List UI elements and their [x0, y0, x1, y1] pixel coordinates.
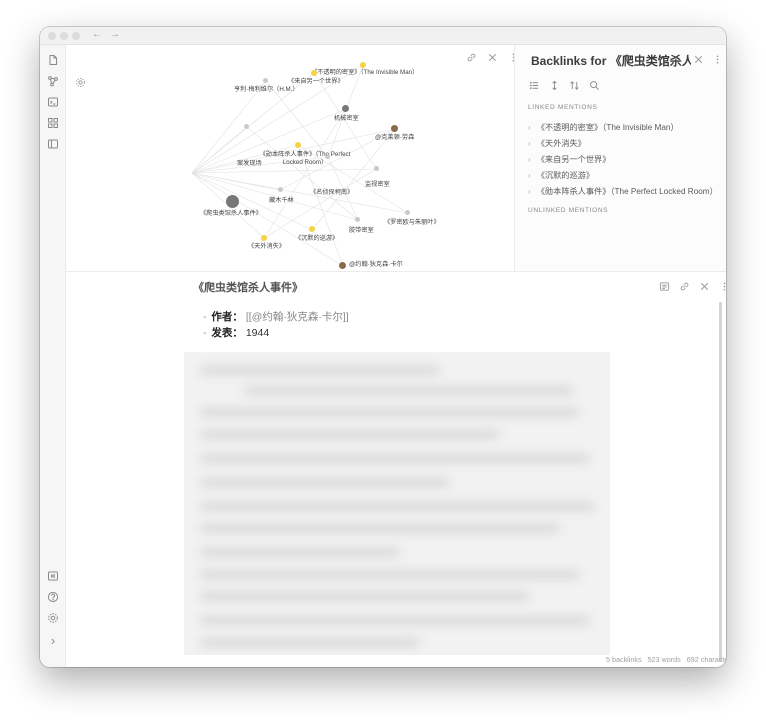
graph-node-perfect-locked-room[interactable] [295, 142, 301, 148]
settings-icon[interactable] [47, 612, 59, 624]
graph-label-mechanical-room: 机械密室 [334, 115, 359, 122]
show-more-context-icon[interactable] [549, 80, 560, 91]
collapse-results-icon[interactable] [529, 80, 540, 91]
status-characters: 692 characters [686, 655, 726, 664]
graph-label-vanished: 《天外消失》 [248, 243, 286, 250]
layout-icon[interactable] [47, 138, 59, 150]
property-author: - 作者： [[@约翰·狄克森·卡尔]] [203, 311, 349, 323]
file-icon[interactable] [47, 54, 59, 66]
property-published-key: 发表： [211, 327, 243, 339]
graph-label-clayton-rawson: @克莱顿·劳森 [375, 134, 415, 141]
back-button[interactable]: ← [92, 29, 102, 41]
graph-label-another-world: 《来自另一个世界》 [288, 78, 344, 85]
status-bar: 5 backlinks 523 words 692 characters [606, 655, 726, 664]
linked-mentions-heading: LINKED MENTIONS [528, 104, 598, 111]
property-published-value: 1944 [245, 327, 270, 339]
forward-button[interactable]: → [110, 29, 120, 41]
sort-icon[interactable] [569, 80, 580, 91]
scrollbar[interactable] [719, 302, 722, 662]
backlink-item[interactable]: › 《沉默的巡游》 [528, 169, 724, 181]
graph-node-vanished[interactable] [261, 235, 267, 241]
backlink-item[interactable]: › 《不透明的密室》（The Invisible Man） [528, 121, 724, 133]
note-title[interactable]: 《爬虫类馆杀人事件》 [193, 279, 303, 295]
backlink-item-label: 《勋本阵杀人事件》（The Perfect Locked Room） [536, 187, 718, 196]
terminal-icon[interactable] [47, 96, 59, 108]
property-author-link[interactable]: [[@约翰·狄克森·卡尔]] [246, 311, 349, 323]
graph-node-another-world[interactable] [311, 70, 317, 76]
app-window: ← → › 《不透明的密室》（The Invisible Man） 《来自另一个… [40, 27, 726, 667]
graph-node-clayton-rawson[interactable] [391, 125, 398, 132]
property-published: - 发表： 1944 [203, 327, 270, 339]
close-backlinks-icon[interactable] [693, 54, 704, 65]
expand-sidebar-button[interactable]: › [47, 634, 59, 647]
graph-node-silent-tour[interactable] [309, 226, 315, 232]
graph-label-invisible-room: 《不透明的密室》（The Invisible Man） [311, 69, 419, 76]
backlinks-title: Backlinks for 《爬虫类馆杀人事件》 [531, 54, 691, 68]
graph-label-john-dickson-carr: @约翰·狄克森·卡尔 [349, 261, 403, 268]
graph-icon[interactable] [47, 75, 59, 87]
backlink-item[interactable]: › 《勋本阵杀人事件》（The Perfect Locked Room） [528, 185, 724, 197]
backlink-item[interactable]: › 《来自另一个世界》 [528, 153, 724, 165]
zoom-window-button[interactable] [72, 32, 80, 40]
close-note-icon[interactable] [699, 281, 710, 292]
blurred-content [184, 352, 610, 655]
title-bar: ← → [40, 27, 726, 45]
note-pane: 《爬虫类馆杀人事件》 - 作者： [[@约翰·狄克森·卡尔]] - 发表： 19… [66, 271, 726, 667]
unlinked-mentions-heading[interactable]: UNLINKED MENTIONS [528, 207, 608, 214]
graph-node-hm[interactable] [263, 78, 268, 83]
status-backlinks[interactable]: 5 backlinks [606, 655, 642, 664]
help-icon[interactable] [47, 591, 59, 603]
backlink-item[interactable]: › 《天外消失》 [528, 137, 724, 149]
graph-node-monitor-room[interactable] [374, 166, 379, 171]
graph-node-invisible-room[interactable] [360, 62, 366, 68]
graph-label-romeo-juliet: 《罗密欧与朱丽叶》 [384, 219, 440, 226]
backlink-item-label: 《天外消失》 [536, 139, 586, 148]
graph-label-hagino: 藏木千林 [269, 197, 294, 204]
graph-node-hagino[interactable] [278, 187, 283, 192]
backlink-item-label: 《来自另一个世界》 [536, 155, 611, 164]
graph-node-scene[interactable] [244, 124, 249, 129]
minimize-window-button[interactable] [60, 32, 68, 40]
backlink-item-label: 《沉默的巡游》 [536, 171, 595, 180]
backlinks-pane: Backlinks for 《爬虫类馆杀人事件》 LINKED MENTIO [514, 45, 726, 271]
status-words: 523 words [647, 655, 681, 664]
graph-node-john-dickson-carr[interactable] [339, 262, 346, 269]
graph-label-scene: 案发现场 [237, 160, 262, 167]
reading-view-icon[interactable] [659, 281, 670, 292]
graph-label-detective-conan: 《名侦探柯南》 [310, 189, 354, 196]
graph-node-detective-conan[interactable] [325, 154, 330, 159]
close-window-button[interactable] [48, 32, 56, 40]
backlink-item-label: 《不透明的密室》（The Invisible Man） [536, 123, 679, 132]
graph-label-reptile-house: 《爬虫类馆杀人事件》 [200, 210, 262, 217]
vault-icon[interactable] [47, 570, 59, 582]
graph-node-mechanical-room[interactable] [342, 105, 349, 112]
property-author-key: 作者： [211, 311, 243, 323]
graph-label-monitor-room: 监视密室 [365, 181, 390, 188]
graph-node-prison-room[interactable] [355, 217, 360, 222]
graph-node-romeo-juliet[interactable] [405, 210, 410, 215]
search-icon[interactable] [589, 80, 600, 91]
graph-label-prison-room: 胶带密室 [349, 227, 374, 234]
note-more-icon[interactable] [719, 281, 726, 292]
graph-label-hm: 亨利·梅利维尔（H.M.） [234, 86, 299, 93]
graph-node-reptile-house[interactable] [226, 195, 239, 208]
note-link-icon[interactable] [679, 281, 690, 292]
graph-label-perfect-locked-room: 《勋本阵杀人事件》（The Perfect Locked Room） [259, 151, 351, 166]
graph-label-silent-tour: 《沉默的巡游》 [295, 235, 339, 242]
graph-view-pane[interactable]: 《不透明的密室》（The Invisible Man） 《来自另一个世界》 亨利… [66, 45, 515, 271]
grid-icon[interactable] [47, 117, 59, 129]
backlinks-more-icon[interactable] [712, 54, 723, 65]
left-ribbon: › [40, 45, 66, 667]
